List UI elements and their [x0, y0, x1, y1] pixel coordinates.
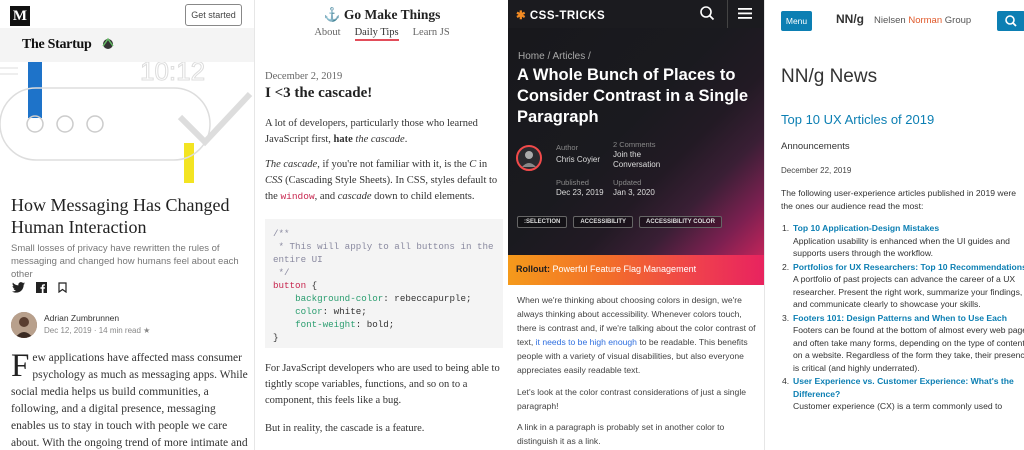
article-subtitle: Small losses of privacy have rewritten t…	[11, 243, 239, 280]
tag-accessibility-color[interactable]: ACCESSIBILITY COLOR	[639, 216, 722, 228]
author-name[interactable]: Adrian Zumbrunnen	[44, 313, 119, 323]
star-icon: ✱	[516, 10, 527, 22]
post-date: December 2, 2019	[265, 71, 343, 82]
paragraph-2: Let's look at the color contrast conside…	[517, 387, 747, 411]
author-name[interactable]: Chris Coyier	[556, 155, 600, 165]
article-body: Few applications have affected mass cons…	[11, 350, 249, 450]
contrast-link[interactable]: it needs to be high enough	[536, 337, 637, 347]
paragraph-3: A link in a paragraph is probably set in…	[517, 422, 725, 446]
comments-link-2[interactable]: Conversation	[613, 160, 660, 170]
yellow-bar-shape	[184, 143, 194, 183]
category-label: Announcements	[781, 141, 850, 152]
intro-paragraph: The following user-experience articles p…	[781, 188, 1017, 211]
page-title: NN/g News	[781, 66, 878, 87]
article-title: How Messaging Has Changed Human Interact…	[11, 195, 230, 237]
breadcrumb[interactable]: Home / Articles /	[518, 51, 591, 62]
article-title: A Whole Bunch of Places to Consider Cont…	[517, 66, 749, 126]
drop-cap: F	[11, 348, 30, 384]
published-label: Published	[556, 178, 589, 187]
medium-logo[interactable]: M	[10, 6, 30, 26]
paragraph-4: But in reality, the cascade is a feature…	[265, 423, 425, 434]
hero-illustration: 10:12	[0, 62, 253, 183]
tag-list: :SELECTION ACCESSIBILITY ACCESSIBILITY C…	[517, 216, 722, 228]
facebook-icon[interactable]	[36, 280, 47, 298]
list-item: 3. Footers 101: Design Patterns and When…	[782, 312, 1024, 375]
paragraph-3: For JavaScript developers who are used t…	[265, 363, 500, 406]
list-item-desc: Footers can be found at the bottom of al…	[793, 325, 1024, 373]
site-name[interactable]: Nielsen Norman Group	[874, 15, 971, 26]
author-label: Author	[556, 143, 579, 152]
paragraph-1: A lot of developers, particularly those …	[265, 118, 478, 145]
checkmark-shape	[177, 91, 253, 147]
updated-date: Jan 3, 2020	[613, 188, 655, 197]
twitter-icon[interactable]	[12, 280, 25, 298]
search-icon[interactable]	[699, 5, 715, 26]
author-avatar[interactable]	[516, 145, 542, 176]
csstricks-panel: ✱ CSS-TRICKS Home / Articles / A Whole B…	[508, 0, 764, 450]
gomakethings-panel: ⚓ Go Make Things About Daily Tips Learn …	[254, 0, 508, 450]
divider	[727, 0, 728, 28]
site-logo[interactable]: ✱ CSS-TRICKS	[516, 8, 605, 22]
comments-label: 2 Comments	[613, 140, 656, 149]
site-brand[interactable]: ⚓ Go Make Things	[255, 7, 508, 23]
site-nav: About Daily Tips Learn JS	[255, 27, 508, 41]
search-button[interactable]	[997, 11, 1024, 31]
post-title: I <3 the cascade!	[265, 85, 373, 101]
share-icons	[12, 282, 67, 296]
paragraph-2: The cascade, if you're not familiar with…	[265, 159, 498, 202]
article-title-link[interactable]: Top 10 UX Articles of 2019	[781, 112, 934, 127]
article-meta: Dec 12, 2019 · 14 min read ★	[44, 326, 151, 335]
hamburger-menu-icon[interactable]	[738, 7, 752, 25]
list-item: 2. Portfolios for UX Researchers: Top 10…	[782, 261, 1024, 311]
bookmark-icon[interactable]	[58, 280, 67, 298]
search-icon	[1005, 15, 1017, 27]
list-item-link[interactable]: Top 10 Application-Design Mistakes	[793, 222, 1024, 235]
list-item-link[interactable]: Footers 101: Design Patterns and When to…	[793, 312, 1024, 325]
article-list: 1. Top 10 Application-Design Mistakes Ap…	[782, 222, 1024, 414]
clock-text: 10:12	[140, 62, 205, 86]
publication-name[interactable]: The Startup	[22, 37, 92, 53]
published-date: Dec 23, 2019	[556, 188, 604, 197]
code-block: /** * This will apply to all buttons in …	[265, 219, 503, 348]
updated-label: Updated	[613, 178, 642, 187]
menu-button[interactable]: Menu	[781, 11, 812, 31]
publication-logo-icon	[101, 37, 115, 54]
sponsor-banner[interactable]: Rollout: Powerful Feature Flag Managemen…	[508, 255, 764, 285]
tag-accessibility[interactable]: ACCESSIBILITY	[573, 216, 634, 228]
get-started-button[interactable]: Get started	[185, 4, 242, 26]
article-body-text: ew applications have affected mass consu…	[11, 352, 248, 449]
nav-daily-tips[interactable]: Daily Tips	[354, 27, 399, 41]
list-item: 1. Top 10 Application-Design Mistakes Ap…	[782, 222, 1024, 260]
paragraph-1: When we're thinking about choosing color…	[517, 295, 756, 375]
site-logo[interactable]: NN/g	[836, 12, 864, 26]
nng-panel: Menu NN/g Nielsen Norman Group NN/g News…	[764, 0, 1024, 450]
medium-panel: M Get started The Startup 10:12 How Mess…	[0, 0, 254, 450]
list-item-desc: A portfolio of past projects can advance…	[793, 274, 1023, 309]
comments-link-1[interactable]: Join the	[613, 150, 641, 160]
nav-about[interactable]: About	[314, 27, 340, 41]
list-item-link[interactable]: Portfolios for UX Researchers: Top 10 Re…	[793, 261, 1024, 274]
blue-bar-shape	[28, 62, 42, 118]
author-avatar[interactable]	[11, 312, 37, 338]
inline-code: window	[280, 191, 315, 202]
list-item-link[interactable]: User Experience vs. Customer Experience:…	[793, 375, 1024, 400]
tag-selection[interactable]: :SELECTION	[517, 216, 568, 228]
nav-learn-js[interactable]: Learn JS	[413, 27, 450, 41]
post-date: December 22, 2019	[781, 166, 852, 175]
list-item-desc: Application usability is enhanced when t…	[793, 235, 1010, 259]
list-item-desc: Customer experience (CX) is a term commo…	[793, 401, 1003, 411]
list-item: 4. User Experience vs. Customer Experien…	[782, 375, 1024, 413]
